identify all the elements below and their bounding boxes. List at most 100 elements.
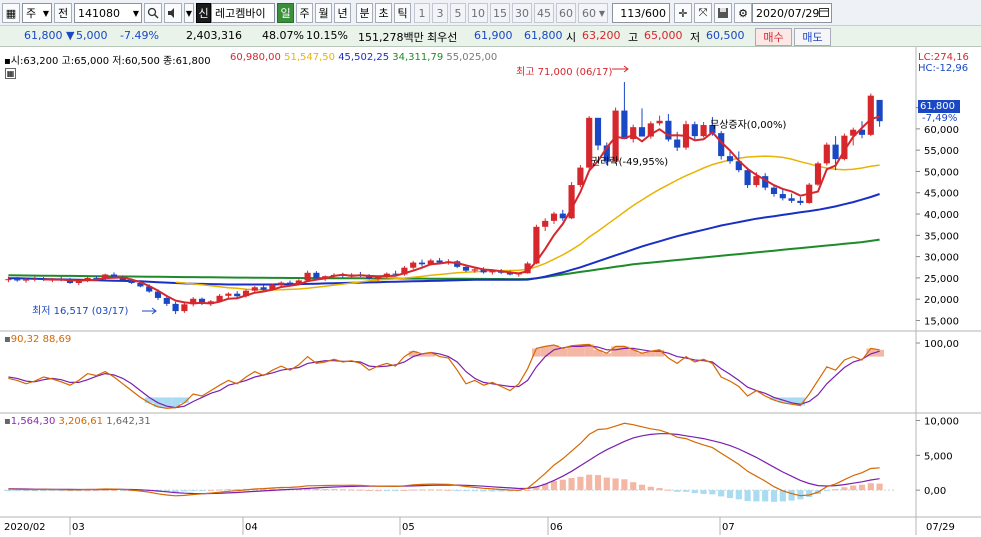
price-tick-label: 40,000 [924,210,959,221]
candle-body [797,200,804,203]
candle-body [234,293,241,297]
period-tab-second[interactable]: 초 [375,3,392,23]
macd-histogram-bar [700,490,707,494]
candle-body [163,297,170,304]
macd-histogram-bar [225,489,232,491]
period-select[interactable]: 주 ▼ [22,3,52,23]
period-tab-year[interactable]: 년 [334,3,351,23]
minute-step-10[interactable]: 10 [468,3,488,23]
candle-body [462,266,470,271]
macd-histogram-bar [647,486,654,491]
search-icon[interactable] [144,3,162,23]
stoch-overbought-fill [875,349,884,357]
candle-body [5,279,12,281]
buy-button[interactable]: 매수 [755,28,792,46]
quote-bar: 61,800 ▼ 5,000 -7.49% 2,403,316 48.07% 1… [0,26,981,47]
crosshair-icon[interactable]: ✛ [674,3,692,23]
macd-histogram-bar [621,479,628,491]
price-tick-label: 60,000 [924,125,959,136]
last-price: 61,800 [920,101,955,112]
macd-histogram-bar [735,490,742,500]
bonus-event-label: 무상증자(0,00%) [710,120,787,131]
candle-body [14,279,21,281]
stock-code-input[interactable]: 141080 ▼ [74,3,142,23]
minute-step-1[interactable]: 1 [414,3,430,23]
macd-tick-label: 5,000 [924,451,953,462]
low-arrow-icon [142,307,157,315]
macd-histogram-bar [823,490,830,492]
period-tab-week[interactable]: 주 [296,3,313,23]
chevron-down-icon: ▼ [42,8,49,18]
macd-histogram-bar [726,490,734,499]
custom-step-select[interactable]: 60 ▼ [578,3,608,23]
macd-histogram-bar [850,485,857,491]
stock-chart[interactable]: 65,00060,00055,00050,00045,00040,00035,0… [0,47,981,535]
x-axis-label: 03 [72,522,85,533]
minute-step-45[interactable]: 45 [534,3,554,23]
chart-expand-icon[interactable]: ⤧ [694,3,712,23]
price-tick-label: 55,000 [924,146,959,157]
macd-histogram-bar [401,489,408,491]
macd-histogram-bar [656,488,663,491]
macd-histogram-bar [594,475,602,491]
chevron-down-icon: ▼ [598,8,605,18]
macd-histogram-bar [603,477,610,491]
high-label: 고 [628,31,639,44]
macd-histogram-bar [374,490,382,492]
candle-body [418,262,426,265]
period-tab-day[interactable]: 일 [277,3,294,23]
gear-icon[interactable]: ⚙ [734,3,752,23]
candle-count-total: /600 [641,6,666,20]
speaker-icon[interactable] [164,3,182,23]
volume-ratio: 48.07% [262,29,304,42]
minute-step-15[interactable]: 15 [490,3,510,23]
last-price-tag: 61,800 [918,100,960,113]
macd-tick-label: 10,000 [924,416,959,427]
ohlc-text: 시:63,200 고:65,000 저:60,500 종:61,800 [10,56,211,67]
minute-step-60[interactable]: 60 [556,3,576,23]
candle-body [260,287,267,290]
macd-histogram-bar [454,490,461,492]
period-tab-minute[interactable]: 분 [356,3,373,23]
save-icon[interactable] [714,3,732,23]
current-price-value: 61,800 [24,29,63,42]
prev-button[interactable]: 전 [54,3,72,23]
candle-body [656,120,663,124]
macd-histogram-bar [770,490,778,502]
candle-body [577,167,584,186]
macd-legend: ▪1,564,30 3,206,61 1,642,31 [4,416,151,427]
chart-menu-icon[interactable]: ▦ [2,3,20,23]
macd-histogram-bar [630,482,637,491]
candle-body [286,282,294,284]
candle-body [832,144,839,160]
candle-count-field[interactable]: 113/600 [612,3,670,23]
stock-name: 레고켐바이 [215,7,266,20]
macd-histogram-bar [172,490,179,493]
macd-histogram-bar [612,478,619,491]
period-tab-tick[interactable]: 틱 [394,3,411,23]
candle-body [770,187,778,195]
candle-body [700,125,707,137]
x-axis-label: 04 [245,522,258,533]
stoch-oversold-fill [144,397,154,403]
new-badge: 신 [196,3,211,23]
candle-body [753,176,760,186]
ma60-line [8,193,880,286]
macd-histogram-bar [489,490,496,492]
macd-histogram-bar [383,490,390,492]
macd-histogram-bar [638,484,646,491]
sell-button[interactable]: 매도 [794,28,831,46]
chevron-down-icon[interactable]: ▼ [184,3,194,23]
turnover-rate: 10.15% [306,29,348,42]
toolbar: ▦ 주 ▼ 전 141080 ▼ ▼ 신 레고켐바이 일 주 월 년 분 초 틱… [0,0,981,26]
grid-toggle-icon[interactable]: ▦ [5,68,16,79]
macd-histogram-bar [682,490,690,492]
minute-step-30[interactable]: 30 [512,3,532,23]
date-picker[interactable]: 2020/07/29 [752,3,832,23]
minute-step-5[interactable]: 5 [450,3,466,23]
high-arrow-icon [612,65,629,73]
candle-body [674,139,681,148]
period-tab-month[interactable]: 월 [315,3,332,23]
macd-value-3: 1,642,31 [106,416,151,427]
minute-step-3[interactable]: 3 [432,3,448,23]
